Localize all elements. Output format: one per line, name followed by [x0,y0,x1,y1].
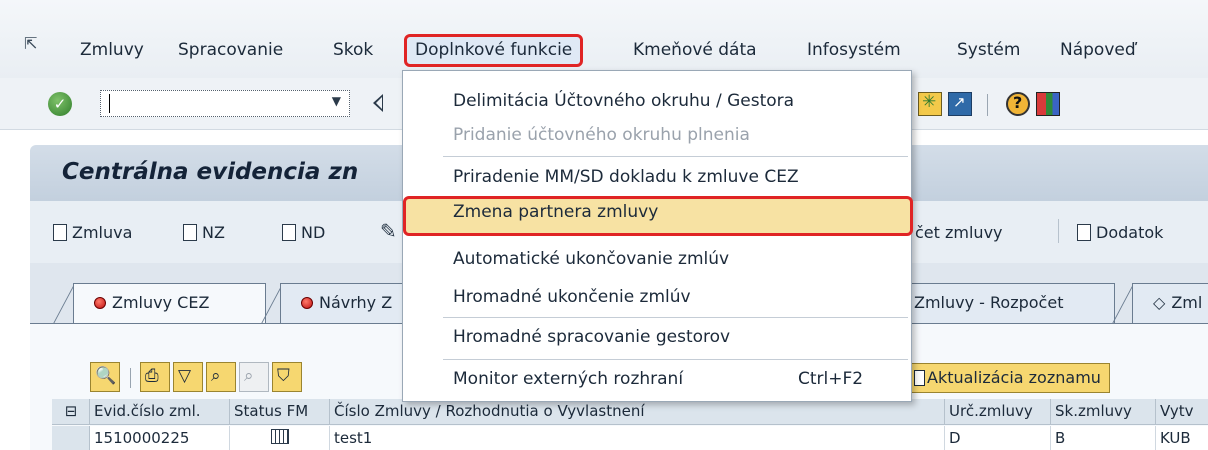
print-icon[interactable]: ⎙ [140,362,170,392]
help-icon[interactable] [1006,92,1030,116]
column-header[interactable]: Číslo Zmluvy / Rozhodnutia o Vyvlastnení [330,399,945,425]
menu-item-hromadne-ukoncenie[interactable]: Hromadné ukončenie zmlúv [403,281,913,315]
tab-label: Zml [1171,293,1203,312]
nd-button-label: ND [301,223,326,242]
toolbar-divider [1058,219,1059,243]
new-session-icon[interactable] [918,92,942,116]
tab-navrhy[interactable]: Návrhy Z [280,283,405,323]
menu-item-label: Automatické ukončovanie zmlúv [453,249,730,269]
red-status-icon [301,297,313,309]
table-cell[interactable]: B [1051,426,1156,450]
menu-skok[interactable]: Skok [333,40,373,60]
table-cell[interactable]: D [945,426,1051,450]
row-selector[interactable] [52,426,90,450]
find-icon[interactable]: ⌕ [206,362,236,392]
menu-zmluvy[interactable]: Zmluvy [80,40,144,60]
column-settings-icon[interactable]: ⊟ [52,399,90,425]
tab-label: Návrhy Z [319,293,393,312]
dodatok-button[interactable]: Dodatok [1077,223,1163,242]
red-status-icon [94,297,106,309]
zmluva-button-label: Zmluva [72,223,133,242]
zmluva-button[interactable]: Zmluva [53,223,132,242]
chevron-down-icon[interactable]: ▼ [332,94,341,108]
menu-item-label: Zmena partnera zmluvy [453,202,659,222]
shortcut-icon[interactable] [948,92,972,116]
menu-kmenove-data[interactable]: Kmeňové dáta [633,40,757,60]
system-menu-icon[interactable]: ⇱ [24,34,46,53]
tab-zml[interactable]: ◇ Zml [1132,283,1208,323]
enter-icon[interactable]: ✓ [48,92,72,116]
menu-item-label: Monitor externých rozhraní [453,369,684,389]
menu-item-monitor-rozhrani[interactable]: Monitor externých rozhraní Ctrl+F2 [403,363,913,397]
menu-item-hromadne-spracovanie[interactable]: Hromadné spracovanie gestorov [403,321,913,355]
menu-divider [443,359,908,360]
filter-icon[interactable]: ▽ [173,362,203,392]
rozpocet-zmluvy-button[interactable]: čet zmluvy [915,223,1003,242]
column-header[interactable]: Urč.zmluvy [945,399,1051,425]
aktualizacia-zoznamu-button[interactable]: Aktualizácia zoznamu [910,363,1110,393]
pencil-icon[interactable]: ✎ [380,219,397,243]
menu-item-label: Hromadné spracovanie gestorov [453,327,731,347]
nz-button[interactable]: NZ [183,223,225,242]
menu-item-label: Hromadné ukončenie zmlúv [453,287,691,307]
menu-item-priradenie-mmsd[interactable]: Priradenie MM/SD dokladu k zmluve CEZ [403,161,913,195]
menu-napoved[interactable]: Nápoveď [1060,40,1136,60]
tab-zmluvy-rozpocet[interactable]: Zmluvy - Rozpočet [905,283,1115,323]
details-icon[interactable]: 🔍 [90,362,120,392]
table-cell[interactable]: 1510000225 [90,426,230,450]
nz-button-label: NZ [202,223,225,242]
menu-item-delimitacia[interactable]: Delimitácia Účtovného okruhu / Gestora [403,85,913,119]
back-icon[interactable] [373,94,383,112]
column-header[interactable]: Vytv [1156,399,1208,425]
text-caret [109,94,110,113]
calendar-icon [271,429,289,444]
document-icon [53,224,67,241]
document-icon [1077,224,1091,241]
menu-spracovanie[interactable]: Spracovanie [178,40,283,60]
menu-item-label: Pridanie účtovného okruhu plnenia [453,125,750,145]
menu-doplnkove-funkcie[interactable]: Doplnkové funkcie [404,34,584,67]
tab-zmluvy-cez[interactable]: Zmluvy CEZ [73,283,266,323]
shortcut-label: Ctrl+F2 [798,369,864,389]
menu-divider [443,156,908,157]
table-cell[interactable]: test1 [330,426,945,450]
column-header[interactable]: Evid.číslo zml. [90,399,230,425]
menu-bar: ⇱ Zmluvy Spracovanie Skok Doplnkové funk… [0,0,1208,78]
toolbar-divider [987,94,988,116]
find-next-icon[interactable]: ⌕ [239,362,269,392]
menu-divider [443,317,908,318]
layout-icon[interactable] [1036,92,1060,116]
document-icon [282,224,296,241]
tab-label: Zmluvy CEZ [112,293,210,312]
doplnkove-funkcie-dropdown: Delimitácia Účtovného okruhu / Gestora P… [402,70,913,402]
page-title: Centrálna evidencia zn [62,159,359,185]
tab-label: Zmluvy - Rozpočet [914,293,1064,312]
command-field[interactable]: ▼ [100,90,350,117]
menu-infosystem[interactable]: Infosystém [807,40,901,60]
menu-item-label: Priradenie MM/SD dokladu k zmluve CEZ [453,167,799,187]
document-icon [183,224,197,241]
menu-item-label: Delimitácia Účtovného okruhu / Gestora [453,91,795,111]
diamond-icon: ◇ [1153,293,1166,312]
menu-item-zmena-partnera[interactable]: Zmena partnera zmluvy [403,196,913,236]
menu-item-automaticke-ukoncovanie[interactable]: Automatické ukončovanie zmlúv [403,243,913,277]
funnel-icon[interactable]: ⛉ [272,362,302,392]
toolbar-divider [130,368,131,388]
table-cell[interactable]: KUB [1156,426,1208,450]
nd-button[interactable]: ND [282,223,325,242]
table-cell[interactable] [230,426,330,450]
column-header[interactable]: Status FM [230,399,330,425]
column-header[interactable]: Sk.zmluvy [1051,399,1156,425]
dodatok-button-label: Dodatok [1096,223,1164,242]
menu-system[interactable]: Systém [957,40,1020,60]
menu-item-pridanie-okruhu: Pridanie účtovného okruhu plnenia [403,119,913,153]
